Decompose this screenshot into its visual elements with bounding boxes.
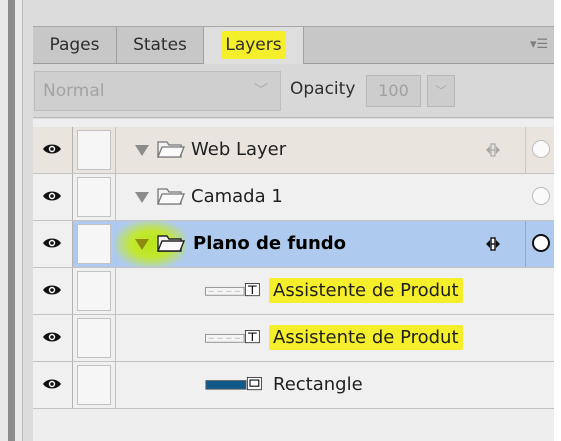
opacity-input[interactable]: 100 xyxy=(366,75,421,107)
layer-row-plano-de-fundo[interactable]: Plano de fundo xyxy=(33,221,554,268)
visibility-toggle[interactable] xyxy=(33,221,73,267)
tab-pages[interactable]: Pages xyxy=(33,27,117,64)
visibility-toggle[interactable] xyxy=(33,174,73,220)
lock-toggle[interactable] xyxy=(77,177,111,217)
left-window-edge xyxy=(0,0,23,441)
opacity-dropdown-button[interactable]: ﹀ xyxy=(427,75,455,107)
lock-toggle[interactable] xyxy=(77,130,111,170)
lock-toggle[interactable] xyxy=(77,365,111,405)
visibility-toggle[interactable] xyxy=(33,362,73,408)
eye-icon xyxy=(43,379,61,389)
panel-tabbar: Pages States Layers ▾☰ xyxy=(33,26,554,65)
eye-icon xyxy=(43,144,61,154)
layer-name: Plano de fundo xyxy=(193,233,347,254)
layer-row-camada-1[interactable]: Camada 1 xyxy=(33,174,554,221)
layer-name: Camada 1 xyxy=(191,186,283,207)
rectangle-layer-thumbnail-icon xyxy=(205,377,262,391)
chevron-down-icon: ﹀ xyxy=(254,83,268,99)
layer-row-text-1[interactable]: Assistente de Produt xyxy=(33,268,554,315)
lock-toggle[interactable] xyxy=(77,224,111,264)
blend-mode-value: Normal xyxy=(43,81,105,101)
blend-mode-select[interactable]: Normal ﹀ xyxy=(34,71,281,111)
layer-row-text-2[interactable]: Assistente de Produt xyxy=(33,315,554,362)
layer-row-rectangle[interactable]: Rectangle xyxy=(33,362,554,409)
move-handle-icon[interactable] xyxy=(484,143,502,157)
visibility-toggle[interactable] xyxy=(33,127,73,173)
folder-icon xyxy=(157,188,185,205)
layer-name: Web Layer xyxy=(191,139,287,160)
scroll-strip xyxy=(8,0,15,441)
layer-name: Assistente de Produt xyxy=(269,325,463,350)
move-handle-icon[interactable] xyxy=(484,237,502,251)
expand-triangle-icon[interactable] xyxy=(135,192,149,203)
expand-triangle-icon[interactable] xyxy=(135,239,149,250)
right-window-edge xyxy=(554,0,561,441)
layer-row-web-layer[interactable]: Web Layer xyxy=(33,127,554,174)
panel-menu-icon[interactable]: ▾☰ xyxy=(530,37,548,53)
opacity-label: Opacity xyxy=(290,79,356,99)
text-layer-thumbnail-icon xyxy=(205,330,260,344)
expand-triangle-icon[interactable] xyxy=(135,145,149,156)
layer-target-circle[interactable] xyxy=(532,234,550,252)
layer-list: Web Layer Camada 1 Plano de fundo Assist… xyxy=(33,119,554,441)
eye-icon xyxy=(43,191,61,201)
visibility-toggle[interactable] xyxy=(33,315,73,361)
lock-toggle[interactable] xyxy=(77,318,111,358)
layer-options-row: Normal ﹀ Opacity 100 ﹀ xyxy=(33,64,554,118)
tab-layers-label: Layers xyxy=(221,31,286,59)
layers-panel: Pages States Layers ▾☰ Normal ﹀ Opacity … xyxy=(23,0,554,441)
folder-icon xyxy=(157,235,185,252)
layer-target-circle[interactable] xyxy=(532,187,550,205)
text-layer-thumbnail-icon xyxy=(205,283,260,297)
panel-top-strip xyxy=(23,0,554,26)
tab-layers[interactable]: Layers xyxy=(204,27,304,65)
eye-icon xyxy=(43,238,61,248)
layer-name: Rectangle xyxy=(273,374,363,395)
eye-icon xyxy=(43,285,61,295)
layer-name: Assistente de Produt xyxy=(269,278,463,303)
eye-icon xyxy=(43,332,61,342)
folder-icon xyxy=(157,141,185,158)
tab-states[interactable]: States xyxy=(117,27,204,64)
layer-target-circle[interactable] xyxy=(532,140,550,158)
lock-toggle[interactable] xyxy=(77,271,111,311)
visibility-toggle[interactable] xyxy=(33,268,73,314)
